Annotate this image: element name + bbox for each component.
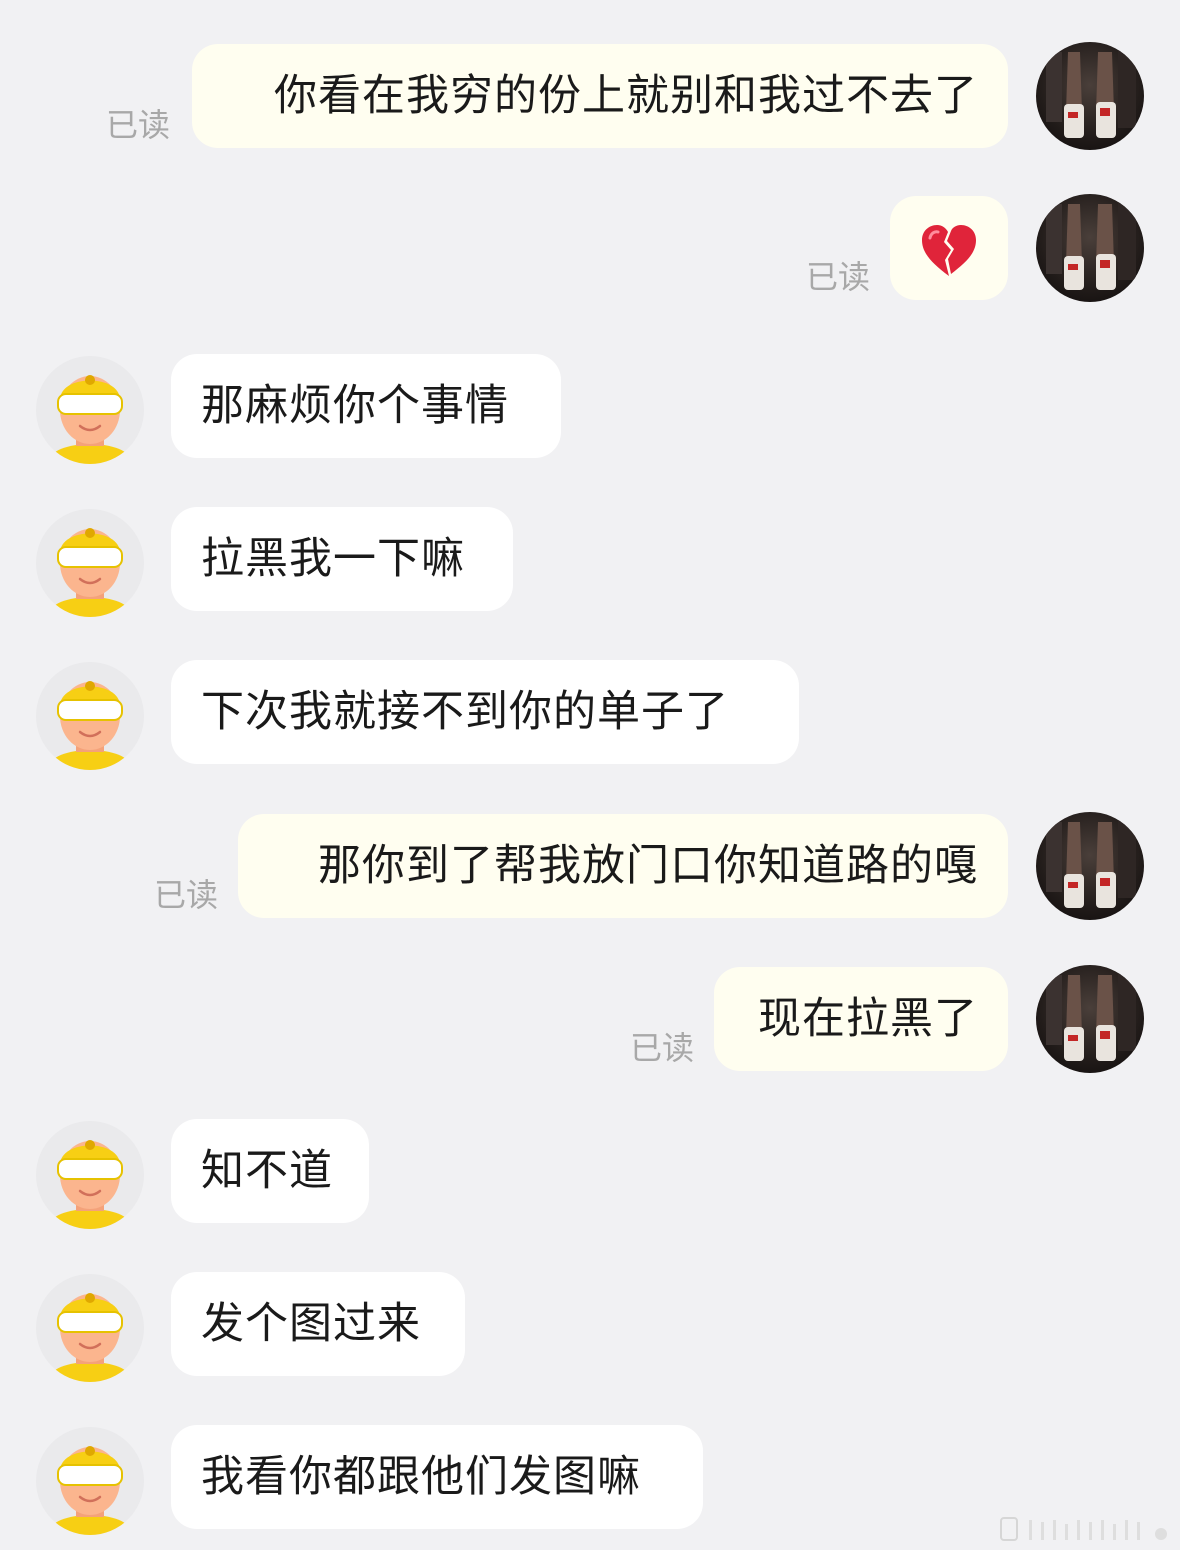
user-avatar[interactable]: [1036, 194, 1144, 302]
message-bubble[interactable]: [890, 196, 1008, 300]
message-bubble[interactable]: 我看你都跟他们发图嘛: [171, 1425, 703, 1529]
message-bubble[interactable]: 那麻烦你个事情: [171, 354, 561, 458]
message-bubble[interactable]: 现在拉黑了: [714, 967, 1008, 1071]
watermark-mark: [1000, 1517, 1167, 1541]
message-bubble[interactable]: 你看在我穷的份上就别和我过不去了: [192, 44, 1008, 148]
read-receipt: 已读: [805, 258, 870, 296]
rider-avatar[interactable]: [36, 356, 144, 464]
message-row: 那麻烦你个事情: [0, 354, 1180, 464]
user-avatar[interactable]: [1036, 965, 1144, 1073]
message-bubble[interactable]: 发个图过来: [171, 1272, 465, 1376]
message-row: 已读: [0, 194, 1180, 306]
rider-avatar[interactable]: [36, 1427, 144, 1535]
message-row: 已读 现在拉黑了: [0, 965, 1180, 1077]
message-row: 已读 你看在我穷的份上就别和我过不去了: [0, 42, 1180, 154]
rider-avatar[interactable]: [36, 1121, 144, 1229]
message-row: 下次我就接不到你的单子了: [0, 660, 1180, 770]
message-bubble[interactable]: 知不道: [171, 1119, 369, 1223]
broken-heart-icon: [922, 224, 976, 276]
message-row: 知不道: [0, 1119, 1180, 1229]
user-avatar[interactable]: [1036, 812, 1144, 920]
message-bubble[interactable]: 拉黑我一下嘛: [171, 507, 513, 611]
read-receipt: 已读: [105, 106, 170, 144]
rider-avatar[interactable]: [36, 509, 144, 617]
message-bubble[interactable]: 下次我就接不到你的单子了: [171, 660, 799, 764]
message-bubble[interactable]: 那你到了帮我放门口你知道路的嘎: [238, 814, 1008, 918]
rider-avatar[interactable]: [36, 1274, 144, 1382]
rider-avatar[interactable]: [36, 662, 144, 770]
message-row: 拉黑我一下嘛: [0, 507, 1180, 617]
read-receipt: 已读: [153, 876, 218, 914]
message-row: 已读 那你到了帮我放门口你知道路的嘎: [0, 812, 1180, 924]
user-avatar[interactable]: [1036, 42, 1144, 150]
read-receipt: 已读: [629, 1029, 694, 1067]
message-row: 发个图过来: [0, 1272, 1180, 1382]
